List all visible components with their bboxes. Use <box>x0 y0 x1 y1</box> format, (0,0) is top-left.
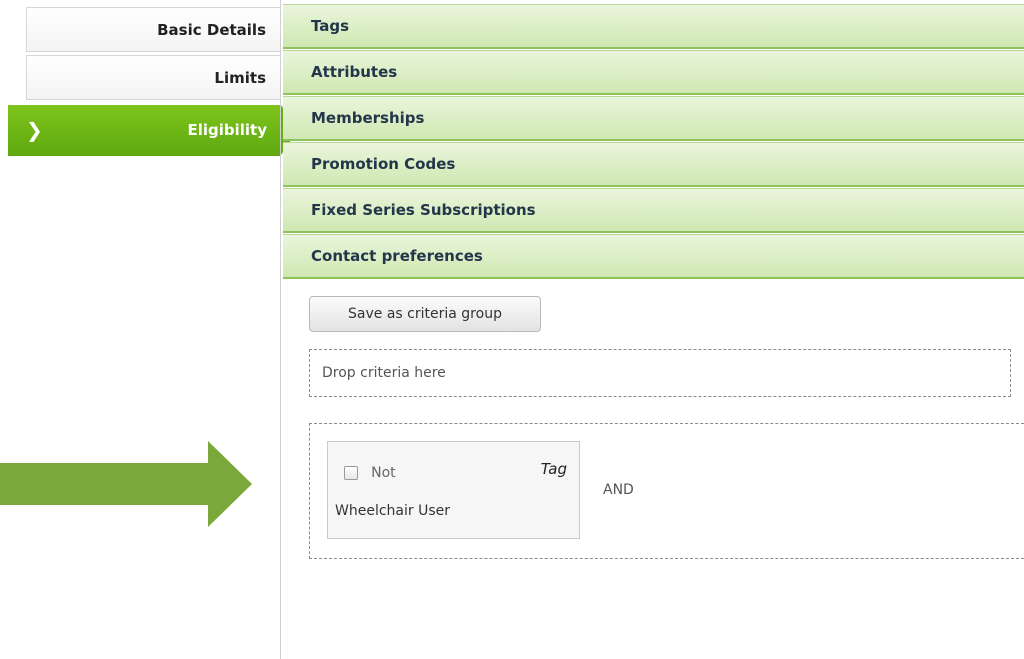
not-toggle[interactable]: Not <box>344 462 396 481</box>
criteria-card[interactable]: Not Tag Wheelchair User <box>327 441 580 539</box>
nav-item-basic-details[interactable]: Basic Details <box>26 7 280 52</box>
nav-item-label: Basic Details <box>157 21 266 39</box>
nav-item-label: Eligibility <box>187 121 267 139</box>
criteria-name: Wheelchair User <box>335 503 450 519</box>
criteria-accordion: Tags Attributes Memberships Promotion Co… <box>283 4 1024 280</box>
nav-item-limits[interactable]: Limits <box>26 55 280 100</box>
section-nav: Basic Details Limits ❯ Eligibility <box>0 0 298 659</box>
operator-label: AND <box>603 482 634 498</box>
accordion-tags[interactable]: Tags <box>283 4 1024 49</box>
accordion-memberships[interactable]: Memberships <box>283 96 1024 141</box>
accordion-promotion-codes[interactable]: Promotion Codes <box>283 142 1024 187</box>
nav-item-label: Limits <box>214 69 266 87</box>
arrow-right-icon <box>0 441 252 527</box>
accordion-attributes[interactable]: Attributes <box>283 50 1024 95</box>
save-criteria-group-button[interactable]: Save as criteria group <box>309 296 541 332</box>
accordion-contact-preferences[interactable]: Contact preferences <box>283 234 1024 279</box>
criteria-drop-zone[interactable]: Drop criteria here <box>309 349 1011 397</box>
nav-divider <box>280 0 281 659</box>
nav-item-eligibility[interactable]: ❯ Eligibility <box>8 105 281 156</box>
criteria-group[interactable]: Not Tag Wheelchair User AND <box>309 423 1024 559</box>
criteria-type-label: Tag <box>540 460 567 478</box>
accordion-fixed-series-subscriptions[interactable]: Fixed Series Subscriptions <box>283 188 1024 233</box>
not-label: Not <box>371 464 396 481</box>
checkbox-icon[interactable] <box>344 465 358 480</box>
chevron-right-icon: ❯ <box>26 118 43 142</box>
